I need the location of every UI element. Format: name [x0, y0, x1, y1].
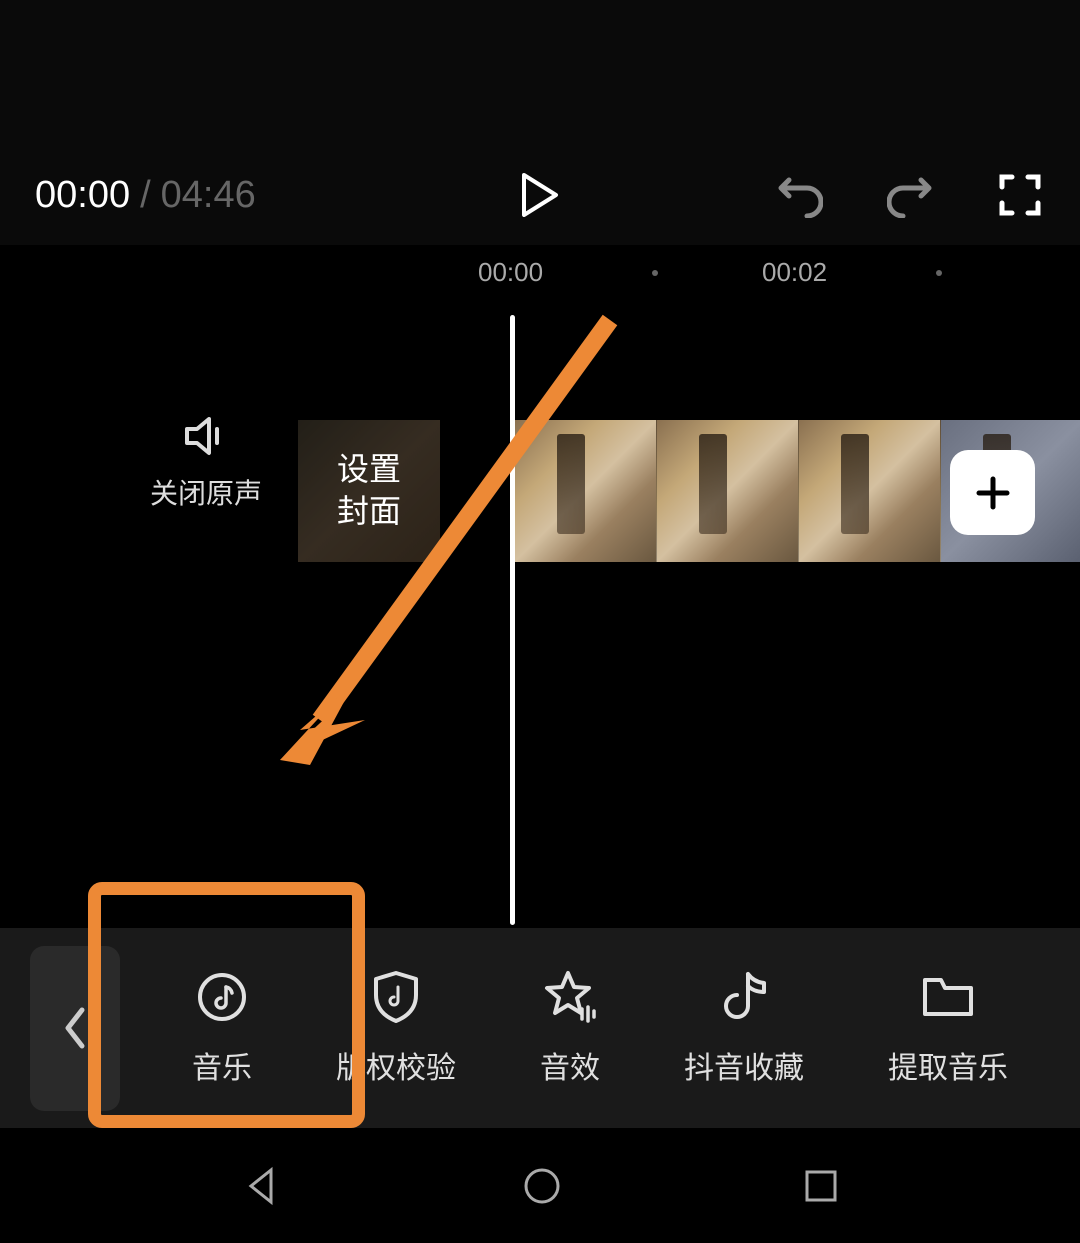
tool-label: 版权校验 [336, 1043, 456, 1087]
tool-label: 音效 [540, 1043, 600, 1087]
ruler-mark: 00:02 [762, 257, 827, 288]
ruler-mark: 00:00 [478, 257, 543, 288]
track-area: 关闭原声 设置 封面 [0, 420, 1080, 565]
video-thumbnail [657, 420, 799, 562]
music-icon [196, 971, 248, 1023]
tool-sound-effect[interactable]: 音效 [540, 969, 600, 1087]
ruler-dot [652, 270, 658, 276]
star-sound-icon [542, 969, 598, 1025]
shield-music-icon [370, 969, 422, 1025]
tool-copyright[interactable]: 版权校验 [336, 969, 456, 1087]
douyin-icon [720, 970, 768, 1024]
time-separator: / [140, 174, 151, 217]
video-thumbnail [515, 420, 657, 562]
nav-recent-icon[interactable] [801, 1166, 841, 1206]
tool-extract-music[interactable]: 提取音乐 [888, 969, 1008, 1087]
play-button[interactable] [515, 170, 565, 220]
right-controls [775, 170, 1045, 220]
time-display: 00:00 / 04:46 [35, 174, 256, 217]
speaker-icon [183, 415, 229, 457]
video-thumbnail [799, 420, 941, 562]
total-time: 04:46 [161, 174, 256, 217]
fullscreen-icon [998, 173, 1042, 217]
fullscreen-button[interactable] [995, 170, 1045, 220]
player-controls: 00:00 / 04:46 [0, 155, 1080, 235]
nav-back-icon[interactable] [239, 1164, 283, 1208]
mute-label: 关闭原声 [150, 472, 262, 512]
play-icon [520, 173, 560, 217]
timeline-area[interactable]: 00:00 00:02 关闭原声 设置 封面 [0, 245, 1080, 930]
tool-music[interactable]: 音乐 [192, 969, 252, 1087]
system-nav-bar [0, 1128, 1080, 1243]
ruler-dot [936, 270, 942, 276]
undo-button[interactable] [775, 170, 825, 220]
add-clip-button[interactable] [950, 450, 1035, 535]
nav-home-icon[interactable] [520, 1164, 564, 1208]
tool-label: 抖音收藏 [684, 1043, 804, 1087]
playhead[interactable] [510, 315, 515, 925]
mute-original-button[interactable]: 关闭原声 [150, 415, 262, 512]
set-cover-button[interactable]: 设置 封面 [298, 420, 440, 562]
tool-items: 音乐 版权校验 音效 [120, 969, 1080, 1087]
redo-button[interactable] [885, 170, 935, 220]
cover-label: 设置 封面 [337, 449, 401, 532]
tool-douyin-favorites[interactable]: 抖音收藏 [684, 969, 804, 1087]
back-button[interactable] [30, 946, 120, 1111]
folder-icon [921, 974, 975, 1020]
tool-label: 音乐 [192, 1043, 252, 1087]
chevron-left-icon [62, 1006, 88, 1050]
tool-label: 提取音乐 [888, 1043, 1008, 1087]
redo-icon [887, 172, 933, 218]
bottom-toolbar: 音乐 版权校验 音效 [0, 928, 1080, 1128]
timeline-ruler: 00:00 00:02 [0, 245, 1080, 305]
undo-icon [777, 172, 823, 218]
plus-icon [973, 473, 1013, 513]
current-time: 00:00 [35, 174, 130, 217]
